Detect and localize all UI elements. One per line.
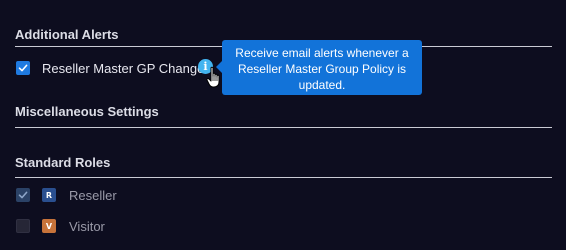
tooltip-text: Receive email alerts whenever a Reseller… [235,46,409,92]
section-title-miscellaneous-settings: Miscellaneous Settings [15,104,159,119]
tooltip: Receive email alerts whenever a Reseller… [216,40,422,95]
reseller-role-checkbox [16,188,30,202]
reseller-role-badge: R [42,188,56,202]
checkmark-icon [18,191,28,199]
visitor-role-badge: V [42,219,56,233]
reseller-master-gp-changes-checkbox[interactable] [16,61,30,75]
divider [15,127,552,128]
section-title-additional-alerts: Additional Alerts [15,27,119,42]
alert-row-reseller-master-gp-changes[interactable]: Reseller Master GP Changes [16,59,211,77]
hand-pointer-icon [206,66,220,88]
reseller-master-gp-changes-label: Reseller Master GP Changes [42,60,211,76]
role-row-reseller: R Reseller [16,186,117,204]
reseller-role-label: Reseller [69,187,117,203]
visitor-role-checkbox [16,219,30,233]
role-row-visitor: V Visitor [16,217,105,235]
section-title-standard-roles: Standard Roles [15,155,111,170]
checkmark-icon [18,64,28,72]
visitor-role-label: Visitor [69,218,105,234]
divider [15,177,552,178]
